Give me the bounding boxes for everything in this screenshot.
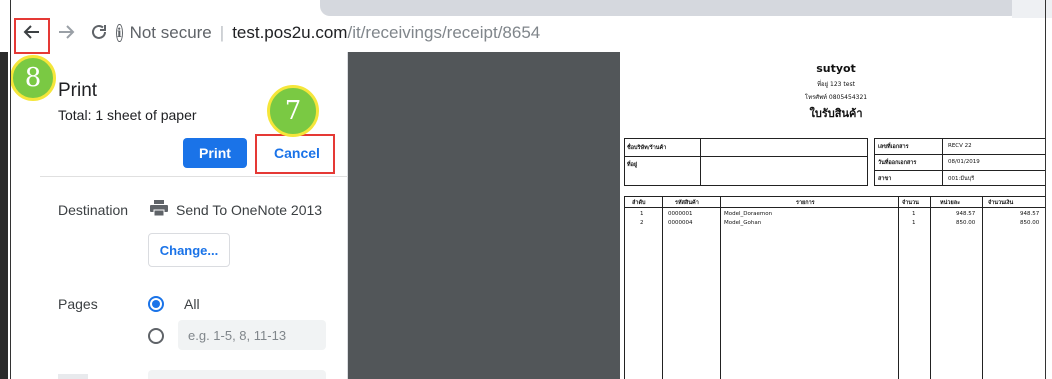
info-icon[interactable]: i — [116, 24, 123, 42]
receipt-page: sutyot ที่อยู่ 123 test โทรศัพท์ 0805454… — [620, 52, 1052, 379]
document-info-line-2 — [874, 170, 1046, 171]
row1-seq: 1 — [640, 211, 644, 217]
panel-divider — [40, 176, 348, 177]
reload-icon — [92, 24, 106, 39]
row1-item: Model_Doraemon — [724, 211, 773, 217]
url-host: test.pos2u.com — [232, 23, 348, 42]
doc-no-value: RECV 22 — [948, 143, 972, 149]
destination-value: Send To OneNote 2013 — [176, 202, 323, 218]
security-status: Not secure — [129, 23, 212, 42]
row2-qty: 1 — [912, 220, 916, 226]
branch-value: 001:มีนบุรี — [948, 176, 975, 182]
row2-seq: 2 — [640, 220, 644, 226]
row2-amount: 850.00 — [1020, 220, 1040, 226]
tab-strip-background — [320, 0, 1020, 16]
next-setting-label — [58, 374, 88, 379]
shop-phone: โทรศัพท์ 0805454321 — [804, 94, 868, 101]
document-info-line-1 — [874, 154, 1046, 155]
shop-name: sutyot — [816, 62, 856, 75]
supplier-divider — [700, 138, 701, 186]
date-value: 08/01/2019 — [948, 159, 980, 165]
print-title: Print — [58, 80, 98, 101]
col-line-1 — [662, 196, 663, 379]
col-header-seq: ลำดับ — [632, 200, 646, 206]
url-path: /it/receivings/receipt/8654 — [347, 23, 541, 42]
reload-button[interactable] — [85, 18, 113, 46]
step-8-badge: 8 — [10, 55, 56, 101]
pages-label: Pages — [58, 296, 98, 312]
col-header-amount: จำนวนเงิน — [988, 200, 1014, 206]
col-line-3 — [898, 196, 899, 379]
col-line-5 — [982, 196, 983, 379]
col-line-4 — [930, 196, 931, 379]
tab-strip — [0, 0, 1052, 18]
row1-code: 0000001 — [668, 211, 693, 217]
back-button-highlight — [14, 18, 50, 54]
address-label: ที่อยู่ — [627, 162, 638, 168]
row1-qty: 1 — [912, 211, 916, 217]
address-bar[interactable]: i Not secure | test.pos2u.com/it/receivi… — [116, 18, 540, 48]
date-label: วันที่ออกเอกสาร — [878, 160, 917, 166]
shop-address: ที่อยู่ 123 test — [817, 81, 855, 88]
forward-button[interactable] — [52, 18, 80, 46]
doc-no-label: เลขที่เอกสาร — [878, 144, 909, 150]
address-separator: | — [219, 23, 225, 42]
col-header-item: รายการ — [796, 200, 815, 206]
row1-unit-price: 948.57 — [956, 211, 976, 217]
row2-unit-price: 850.00 — [956, 220, 976, 226]
document-title: ใบรับสินค้า — [809, 107, 863, 120]
sheet-total: Total: 1 sheet of paper — [58, 107, 197, 123]
col-header-code: รหัสสินค้า — [675, 200, 699, 206]
pages-all-label: All — [184, 296, 200, 312]
arrow-right-icon — [59, 25, 75, 39]
browser-toolbar: i Not secure | test.pos2u.com/it/receivi… — [0, 0, 1052, 52]
destination-label: Destination — [58, 202, 129, 218]
supplier-row-line — [624, 156, 868, 157]
print-button[interactable]: Print — [183, 138, 247, 168]
next-setting-field[interactable] — [148, 370, 326, 379]
col-header-qty: จำนวน — [902, 200, 919, 206]
col-header-unit-price: หน่วยละ — [940, 200, 961, 206]
row2-item: Model_Gohan — [724, 220, 762, 226]
row2-code: 0000004 — [668, 220, 693, 226]
col-line-2 — [720, 196, 721, 379]
printer-icon — [150, 200, 168, 216]
step-7-badge: 7 — [267, 85, 319, 137]
change-destination-button[interactable]: Change... — [148, 233, 230, 267]
pages-custom-radio[interactable] — [148, 328, 164, 344]
cancel-button-highlight — [255, 134, 335, 174]
window-edge — [0, 52, 8, 379]
branch-label: สาขา — [878, 176, 892, 182]
row1-amount: 948.57 — [1020, 211, 1040, 217]
tab-strip-edge — [1012, 0, 1052, 18]
document-info-divider — [942, 138, 943, 186]
pages-range-input[interactable] — [178, 320, 326, 350]
supplier-label: ชื่อบริษัท/ร้านค้า — [627, 145, 667, 151]
pages-all-radio[interactable] — [148, 296, 164, 312]
